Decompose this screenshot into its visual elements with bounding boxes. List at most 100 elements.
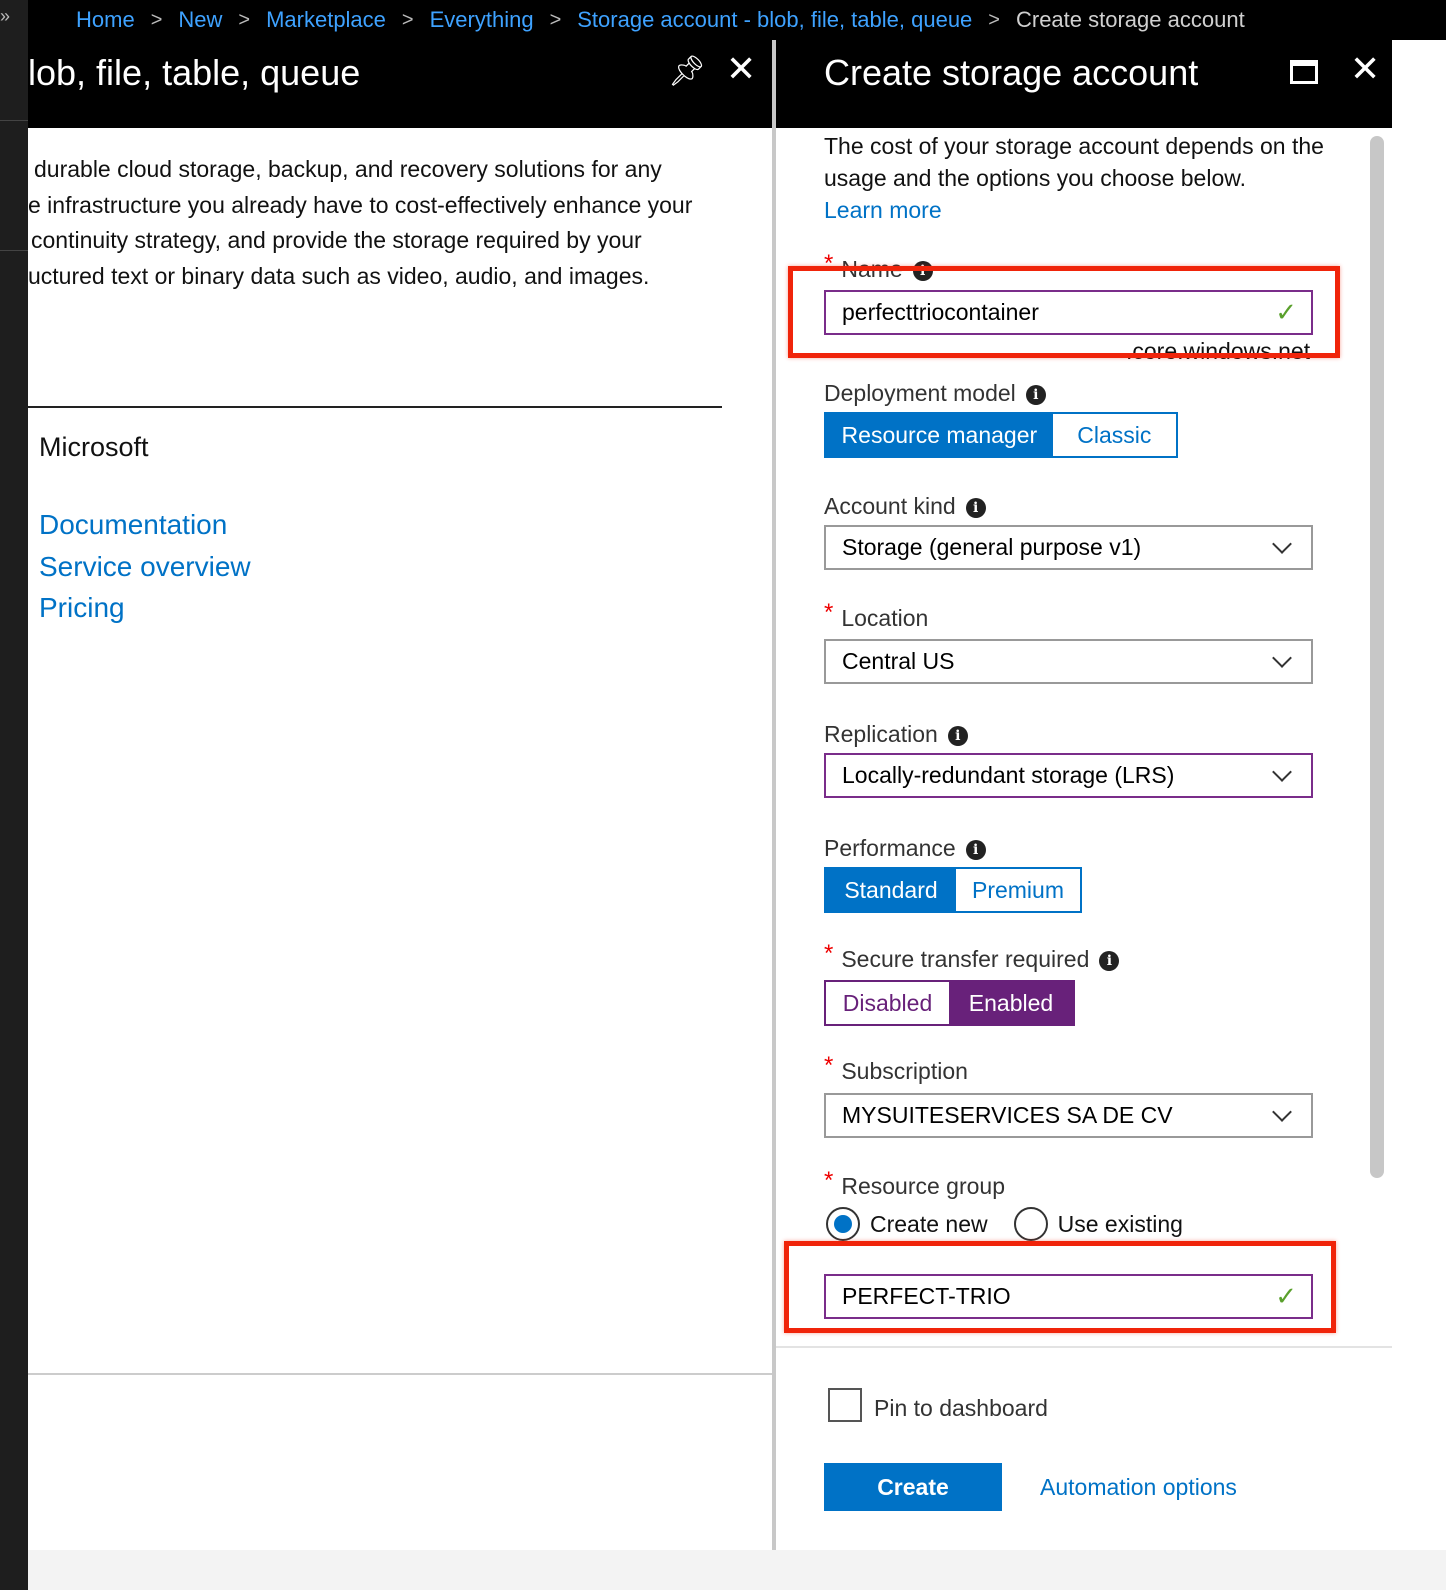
use-existing-radio[interactable]: Use existing (1013, 1207, 1183, 1241)
create-button[interactable]: Create (824, 1463, 1002, 1511)
publisher-name: Microsoft (39, 432, 149, 462)
service-overview-link[interactable]: Service overview (39, 546, 251, 588)
info-icon[interactable]: i (965, 840, 986, 860)
footer-divider (776, 1346, 1392, 1348)
resource-group-label-row: * Resource group (824, 1167, 1005, 1201)
maximize-icon[interactable] (1290, 60, 1318, 84)
page-margin (1392, 40, 1446, 1590)
pricing-link[interactable]: Pricing (39, 587, 251, 629)
account-kind-label: Account kind (824, 493, 956, 519)
close-icon[interactable]: ✕ (726, 48, 756, 90)
radio-button[interactable] (1013, 1207, 1048, 1241)
storage-account-blade: lob, file, table, queue 📌︎ ✕ durable clo… (28, 40, 772, 1590)
secure-transfer-label: Secure transfer required (841, 946, 1090, 972)
info-icon[interactable]: i (965, 498, 986, 518)
replication-label-row: Replication i (824, 721, 968, 748)
scrollbar[interactable] (1370, 136, 1384, 1178)
breadcrumb-new[interactable]: New (178, 7, 222, 33)
performance-toggle: Standard Premium (824, 867, 1082, 913)
footer-divider (28, 1373, 772, 1375)
service-description: durable cloud storage, backup, and recov… (28, 152, 748, 294)
disabled-option[interactable]: Disabled (826, 982, 949, 1024)
deployment-model-toggle: Resource manager Classic (824, 412, 1178, 458)
deployment-model-label-row: Deployment model i (824, 380, 1046, 407)
close-icon[interactable]: ✕ (1350, 48, 1380, 90)
resource-group-radios: Create new Use existing (826, 1207, 1183, 1241)
required-marker: * (824, 1052, 834, 1079)
required-marker: * (824, 1167, 834, 1194)
bottom-strip (28, 1550, 1446, 1590)
location-select[interactable]: Central US (824, 639, 1313, 684)
classic-option[interactable]: Classic (1052, 414, 1176, 456)
blade-header: Create storage account ✕ (776, 40, 1392, 128)
location-label: Location (841, 605, 929, 631)
breadcrumb-separator: > (401, 8, 414, 31)
rail-divider (0, 120, 28, 121)
info-icon[interactable]: i (947, 726, 968, 746)
required-marker: * (824, 599, 834, 626)
breadcrumb-separator: > (238, 8, 251, 31)
blade-header: lob, file, table, queue 📌︎ ✕ (28, 40, 772, 128)
intro-text: The cost of your storage account depends… (824, 130, 1344, 226)
enabled-option[interactable]: Enabled (949, 982, 1073, 1024)
deployment-model-label: Deployment model (824, 380, 1016, 406)
account-kind-value: Storage (general purpose v1) (842, 534, 1142, 560)
blade-title: lob, file, table, queue (28, 52, 361, 93)
subscription-value: MYSUITESERVICES SA DE CV (842, 1102, 1173, 1128)
breadcrumb-marketplace[interactable]: Marketplace (266, 7, 386, 33)
subscription-select[interactable]: MYSUITESERVICES SA DE CV (824, 1093, 1313, 1138)
blade-title: Create storage account (824, 52, 1199, 93)
breadcrumb-storage-account[interactable]: Storage account - blob, file, table, que… (577, 7, 972, 33)
subscription-label-row: * Subscription (824, 1052, 968, 1086)
breadcrumb-current: Create storage account (1015, 7, 1245, 32)
automation-options-link[interactable]: Automation options (1040, 1474, 1237, 1501)
resource-group-highlight-box (784, 1241, 1336, 1333)
breadcrumb-separator: > (549, 8, 562, 31)
use-existing-label: Use existing (1057, 1210, 1183, 1237)
radio-button[interactable] (826, 1207, 860, 1241)
breadcrumb: Home > New > Marketplace > Everything > … (28, 0, 1446, 40)
replication-value: Locally-redundant storage (LRS) (842, 762, 1175, 788)
chevron-down-icon (1272, 1101, 1292, 1122)
useful-links: Documentation Service overview Pricing (39, 504, 251, 629)
create-new-label: Create new (870, 1210, 988, 1237)
breadcrumb-everything[interactable]: Everything (430, 7, 534, 33)
pin-icon[interactable]: 📌︎ (668, 54, 706, 89)
learn-more-link[interactable]: Learn more (824, 197, 942, 223)
location-label-row: * Location (824, 599, 929, 633)
info-icon[interactable]: i (1099, 951, 1120, 971)
description-line: e infrastructure you already have to cos… (28, 191, 693, 218)
chevron-down-icon (1272, 533, 1292, 554)
description-line: durable cloud storage, backup, and recov… (34, 156, 662, 182)
replication-select[interactable]: Locally-redundant storage (LRS) (824, 753, 1313, 798)
description-line: continuity strategy, and provide the sto… (31, 227, 642, 253)
pin-to-dashboard-label: Pin to dashboard (874, 1395, 1048, 1421)
rail-divider (0, 250, 28, 251)
pin-to-dashboard-checkbox[interactable] (828, 1388, 862, 1422)
radio-selected-dot (834, 1215, 852, 1233)
required-marker: * (824, 940, 834, 967)
resource-manager-option[interactable]: Resource manager (826, 414, 1053, 456)
secure-transfer-toggle: Disabled Enabled (824, 980, 1075, 1026)
premium-option[interactable]: Premium (956, 869, 1080, 911)
intro-description: The cost of your storage account depends… (824, 133, 1324, 191)
create-new-radio[interactable]: Create new (826, 1207, 988, 1241)
left-rail: » (0, 0, 28, 1590)
performance-label: Performance (824, 835, 956, 861)
documentation-link[interactable]: Documentation (39, 504, 251, 546)
chevron-down-icon (1272, 647, 1292, 668)
subscription-label: Subscription (841, 1058, 968, 1084)
secure-transfer-label-row: * Secure transfer required i (824, 940, 1120, 974)
breadcrumb-home[interactable]: Home (76, 7, 135, 33)
info-icon[interactable]: i (1025, 385, 1046, 405)
performance-label-row: Performance i (824, 835, 986, 862)
expand-menu-icon[interactable]: » (0, 6, 10, 27)
replication-label: Replication (824, 721, 938, 747)
account-kind-select[interactable]: Storage (general purpose v1) (824, 525, 1313, 570)
chevron-down-icon (1272, 761, 1292, 782)
resource-group-label: Resource group (841, 1173, 1005, 1199)
account-kind-label-row: Account kind i (824, 493, 986, 520)
breadcrumb-separator: > (988, 8, 1000, 31)
breadcrumb-separator: > (150, 8, 163, 31)
standard-option[interactable]: Standard (826, 869, 956, 911)
